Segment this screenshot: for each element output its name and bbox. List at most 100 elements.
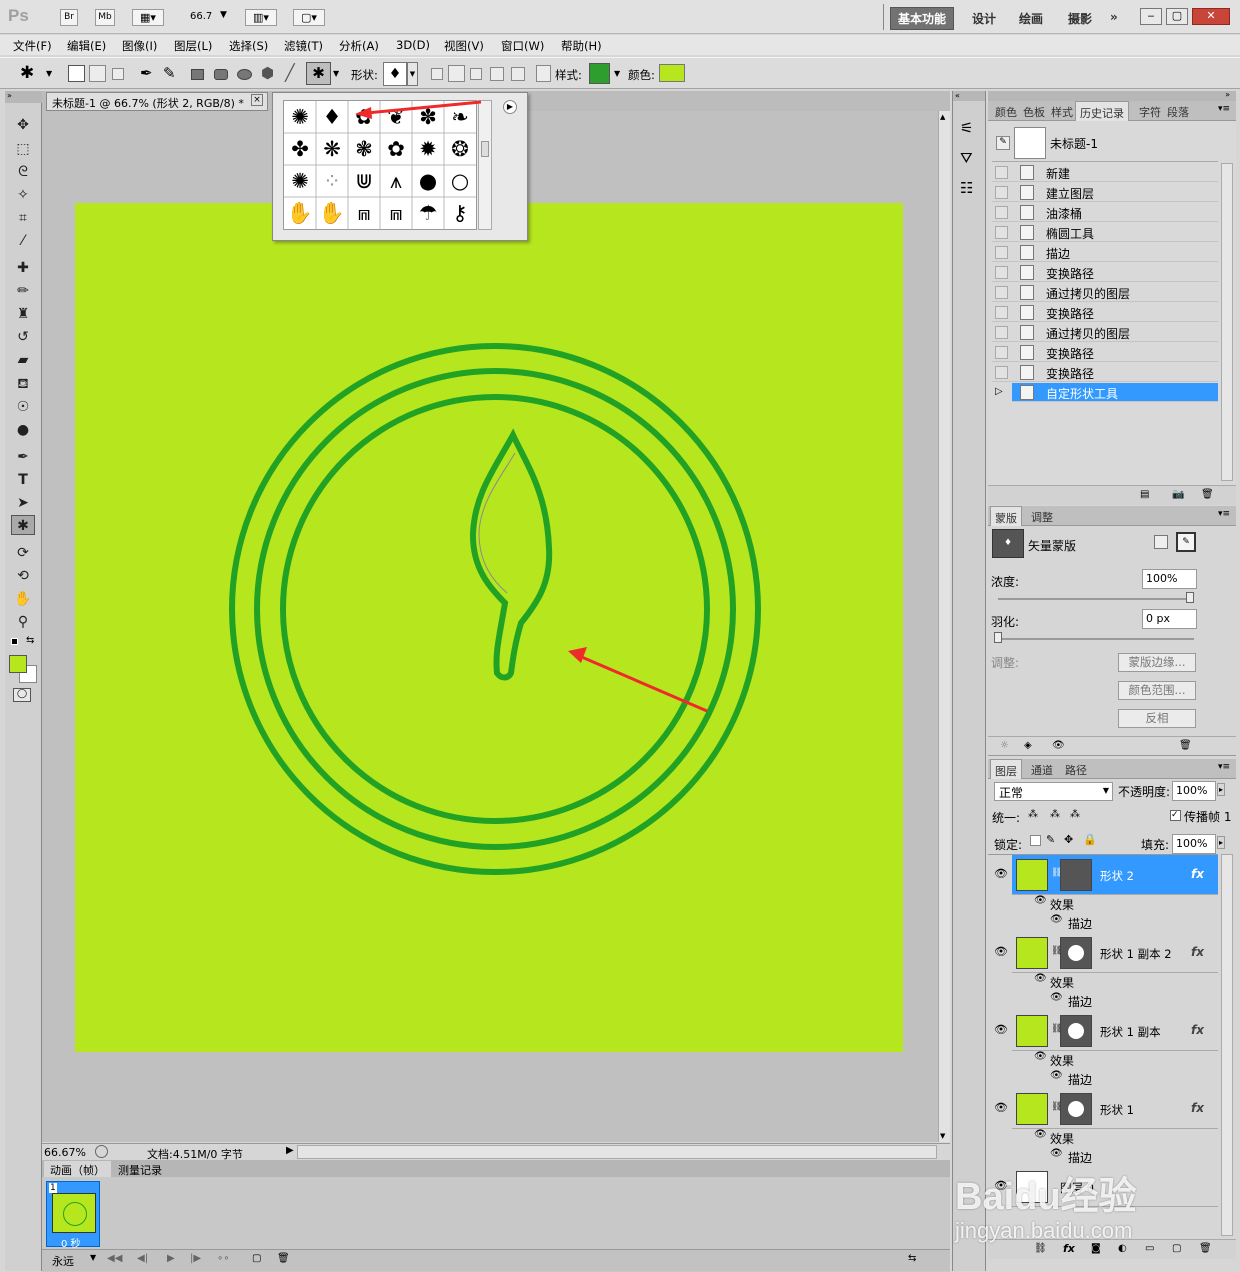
new-group-icon[interactable]: ▭ <box>1145 1243 1154 1254</box>
view-extras-button[interactable]: ▦▾ <box>132 9 164 26</box>
fx-icon[interactable]: fx <box>1191 867 1204 881</box>
tab-paths[interactable]: 路径 <box>1062 762 1090 778</box>
toggle-mask-icon[interactable]: 👁 <box>1052 740 1065 751</box>
zoom-dropdown-icon[interactable]: ▼ <box>220 10 227 20</box>
feather-slider-thumb[interactable] <box>994 632 1002 643</box>
menu-help[interactable]: 帮助(H) <box>561 38 602 54</box>
tab-swatches[interactable]: 色板 <box>1020 104 1048 120</box>
preset-dropdown-icon[interactable]: ▼ <box>46 69 52 78</box>
tab-styles[interactable]: 样式 <box>1048 104 1076 120</box>
3d-rotate-icon[interactable]: ⟳ <box>11 543 35 563</box>
workspace-essentials[interactable]: 基本功能 <box>890 7 955 30</box>
layer-row[interactable]: ⛓ 形状 1 副本 fx <box>1012 1011 1218 1051</box>
quick-mask-icon[interactable]: ◯ <box>13 688 31 702</box>
maple-leaf-icon[interactable]: ✺ <box>284 101 316 133</box>
delete-mask-icon[interactable]: 🗑 <box>1179 740 1192 751</box>
effects-row[interactable]: 👁 效果 <box>992 973 1218 992</box>
play-icon[interactable]: ▶ <box>167 1253 175 1264</box>
rounded-rectangle-icon[interactable] <box>214 69 228 80</box>
unify-style-icon[interactable]: ⁂ <box>1070 809 1080 820</box>
scroll-thumb[interactable] <box>481 141 489 157</box>
tab-paragraph[interactable]: 段落 <box>1164 104 1192 120</box>
layer-name[interactable]: 形状 1 副本 <box>1100 1024 1161 1040</box>
layer-row[interactable]: ⛓ 形状 1 副本 2 fx <box>1012 933 1218 973</box>
invert-button[interactable]: 反相 <box>1118 709 1196 728</box>
lock-pixels-icon[interactable]: ✎ <box>1046 833 1055 846</box>
custom-shape-preset-icon[interactable]: ✱ <box>20 63 34 83</box>
lasso-tool-icon[interactable]: ᘓ <box>11 162 35 182</box>
effects-row[interactable]: 👁 效果 <box>992 1051 1218 1070</box>
right-dock-expand-icon[interactable]: » <box>1225 90 1230 99</box>
history-item[interactable]: 油漆桶 <box>992 203 1218 222</box>
custom-shape-sidebar-icon[interactable]: ✱ <box>11 515 35 535</box>
shape-picker-dropdown[interactable]: ▼ <box>407 62 418 86</box>
blend-mode-select[interactable]: 正常 ▼ <box>994 782 1113 801</box>
document-tab[interactable]: 未标题-1 @ 66.7% (形状 2, RGB/8) * × <box>46 92 268 111</box>
close-button[interactable]: ✕ <box>1192 8 1230 25</box>
quick-select-icon[interactable]: ✧ <box>11 185 35 205</box>
type-tool-icon[interactable]: T <box>11 470 35 490</box>
new-document-from-state-icon[interactable]: ▤ <box>1140 489 1149 500</box>
new-layer-icon[interactable]: ▢ <box>1172 1243 1181 1254</box>
eraser-tool-icon[interactable]: ▰ <box>11 350 35 370</box>
arrange-documents-button[interactable]: ▥▾ <box>245 9 277 26</box>
lock-all-icon[interactable]: 🔒 <box>1083 833 1097 846</box>
path-select-icon[interactable]: ➤ <box>11 493 35 513</box>
menu-window[interactable]: 窗口(W) <box>501 38 544 54</box>
pen-tool-icon[interactable]: ✒ <box>140 64 153 82</box>
paths-mode-icon[interactable] <box>89 65 106 82</box>
scroll-up-icon[interactable]: ▲ <box>940 113 945 121</box>
snapshot-brush-icon[interactable]: ✎ <box>996 136 1010 150</box>
stroke-effect-row[interactable]: 👁 描边 <box>992 1070 1218 1089</box>
layer-row[interactable]: ⛓ 形状 2 fx <box>1012 855 1218 895</box>
new-shape-layer-icon[interactable] <box>431 68 443 80</box>
zoom-tool-icon[interactable]: ⚲ <box>11 612 35 632</box>
menu-layer[interactable]: 图层(L) <box>174 38 212 54</box>
opacity-stepper-icon[interactable]: ▸ <box>1217 783 1226 796</box>
visibility-eye-icon[interactable]: 👁 <box>994 945 1008 958</box>
pixel-mask-button[interactable] <box>1154 535 1168 549</box>
history-item[interactable]: 通过拷贝的图层 <box>992 283 1218 302</box>
history-item[interactable]: 新建 <box>992 163 1218 182</box>
zoom-level[interactable]: 66.7 <box>190 11 212 22</box>
burn-tool-icon[interactable]: ● <box>11 420 35 440</box>
foreground-color-swatch[interactable] <box>9 655 27 673</box>
lock-transparent-icon[interactable] <box>1030 835 1041 846</box>
exclude-shape-icon[interactable] <box>511 67 525 81</box>
document-close-icon[interactable]: × <box>251 94 263 106</box>
history-item-selected[interactable]: 自定形状工具 <box>1012 383 1218 402</box>
animation-frame[interactable]: 1 0 秒 <box>46 1181 100 1250</box>
shape-layers-mode-icon[interactable] <box>68 65 85 82</box>
apply-mask-icon[interactable]: ◈ <box>1024 740 1032 751</box>
tool-presets-icon[interactable]: ☷ <box>960 179 973 197</box>
polygon-tool-icon[interactable]: ⬢ <box>261 64 274 82</box>
flower-1-icon[interactable]: ✤ <box>284 133 316 165</box>
first-frame-icon[interactable]: ◀◀ <box>107 1253 122 1264</box>
geometry-options-icon[interactable]: ▼ <box>333 69 339 78</box>
clone-source-icon[interactable]: ⛛ <box>960 149 973 167</box>
workspace-more[interactable]: » <box>1110 10 1118 24</box>
layers-menu-icon[interactable]: ▾≡ <box>1218 762 1230 772</box>
freeform-pen-icon[interactable]: ✎ <box>163 64 176 82</box>
history-item[interactable]: 变换路径 <box>992 263 1218 282</box>
adjustment-layer-icon[interactable]: ◐ <box>1118 1243 1127 1254</box>
menu-select[interactable]: 选择(S) <box>229 38 268 54</box>
dots-icon[interactable]: ⁘ <box>316 165 348 197</box>
tab-character[interactable]: 字符 <box>1136 104 1164 120</box>
link-layers-icon[interactable]: ⛓ <box>1034 1243 1047 1254</box>
tween-icon[interactable]: ∘∘ <box>217 1253 230 1264</box>
layer-name[interactable]: 形状 2 <box>1100 868 1134 884</box>
shape-glyphs[interactable]: ✺ ♦ ✿ ❦ ✽ ❧ ✤ ❋ ❃ ✿ ✹ ❂ ✺ ⁘ ⋓ ⩚ ● ○ ✋ ✋ ⩎ ⩎ ☂ ⚷ <box>284 101 476 229</box>
tab-color[interactable]: 颜色 <box>992 104 1020 120</box>
fill-pixels-mode-icon[interactable] <box>112 68 124 80</box>
delete-state-icon[interactable]: 🗑 <box>1201 489 1214 500</box>
flower-5-icon[interactable]: ✹ <box>412 133 444 165</box>
custom-shape-tool-icon[interactable]: ✱ <box>306 62 331 85</box>
feather-field[interactable]: 0 px <box>1142 609 1197 629</box>
vertical-scrollbar[interactable]: ▲ ▼ <box>938 111 950 1142</box>
history-item[interactable]: 建立图层 <box>992 183 1218 202</box>
screen-mode-button[interactable]: ▢▾ <box>293 9 325 26</box>
bulb-outline-icon[interactable]: ○ <box>444 165 476 197</box>
brush-presets-icon[interactable]: ⚟ <box>960 119 973 137</box>
visibility-eye-icon[interactable]: 👁 <box>994 1101 1008 1114</box>
